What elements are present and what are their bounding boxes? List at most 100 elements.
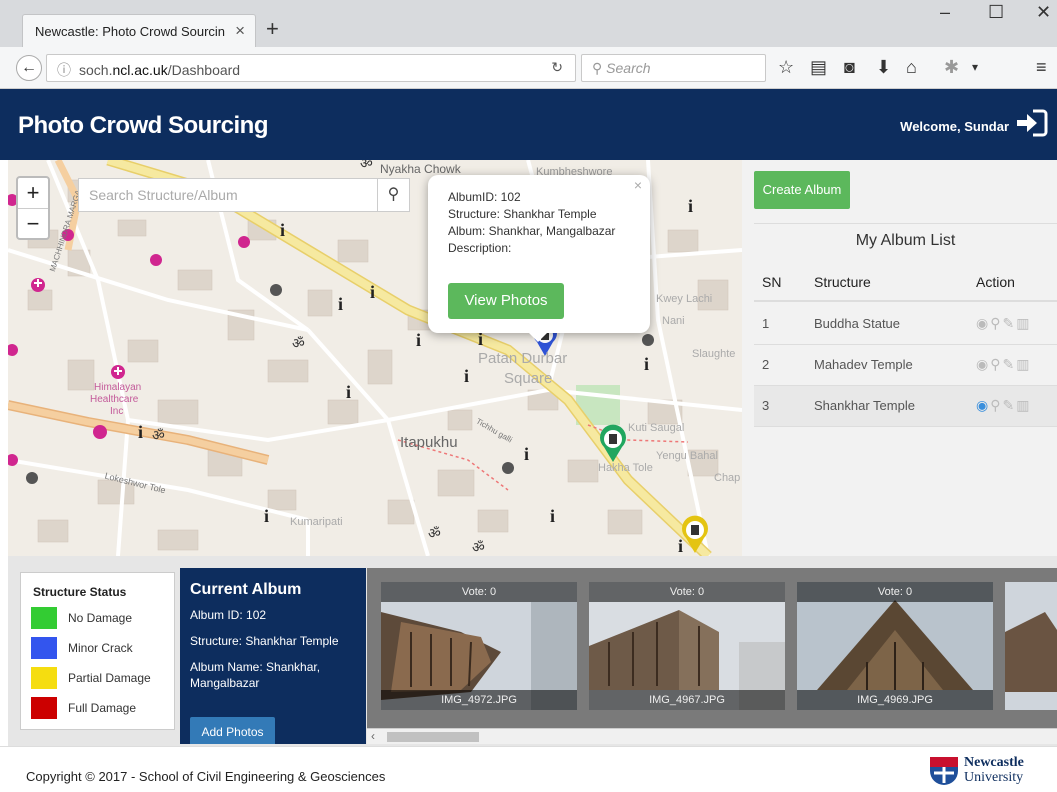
- delete-trash-icon[interactable]: ▥: [1016, 356, 1031, 372]
- map-label-inc: Inc: [110, 406, 124, 417]
- popup-close-icon[interactable]: ×: [634, 177, 642, 194]
- row-actions: ◉⚲✎▥: [976, 315, 1031, 332]
- legend-label: No Damage: [68, 611, 133, 625]
- current-album-panel: Current Album Album ID: 102 Structure: S…: [180, 568, 366, 744]
- university-crest-icon: [930, 757, 958, 785]
- close-tab-icon[interactable]: ×: [235, 21, 245, 41]
- photo-thumbnail[interactable]: Vote: 0 IMG_4972.JPG: [381, 582, 577, 710]
- svg-text:i: i: [688, 196, 693, 216]
- svg-text:ॐ: ॐ: [428, 525, 441, 541]
- photo-thumbnail[interactable]: Vote: 0 IMG_4969.JPG: [797, 582, 993, 710]
- url-bar[interactable]: ⓘ soch.ncl.ac.uk/Dashboard ↻: [46, 54, 576, 82]
- menu-icon[interactable]: ≡: [1036, 57, 1047, 78]
- edit-icon[interactable]: ✎: [1002, 315, 1016, 331]
- col-action: Action: [976, 274, 1015, 290]
- pocket-icon[interactable]: ◙: [844, 57, 855, 78]
- svg-text:ॐ: ॐ: [472, 539, 485, 555]
- photo-filename: IMG_4972.JPG: [381, 690, 577, 710]
- table-row[interactable]: 2 Mahadev Temple ◉⚲✎▥: [754, 345, 1057, 386]
- edit-icon[interactable]: ✎: [1002, 397, 1016, 413]
- delete-trash-icon[interactable]: ▥: [1016, 397, 1031, 413]
- browser-tab[interactable]: Newcastle: Photo Crowd Sourcin ×: [22, 14, 256, 47]
- table-row[interactable]: 1 Buddha Statue ◉⚲✎▥: [754, 304, 1057, 345]
- view-photos-button[interactable]: View Photos: [448, 283, 564, 319]
- photo-thumbnail[interactable]: Vote: 0 IMG_4967.JPG: [589, 582, 785, 710]
- extension-dropdown-icon[interactable]: ▾: [972, 60, 978, 74]
- map-label-patan: Patan Durbar: [478, 350, 568, 367]
- minimize-icon[interactable]: –: [940, 2, 950, 23]
- svg-text:ॐ: ॐ: [360, 160, 373, 171]
- photo-vote: Vote: 0: [381, 582, 577, 602]
- url-prefix: soch.: [79, 62, 113, 78]
- edit-icon[interactable]: ✎: [1002, 356, 1016, 372]
- scroll-left-arrow-icon[interactable]: ‹: [371, 729, 375, 743]
- table-row-selected[interactable]: 3 Shankhar Temple ◉⚲✎▥: [754, 386, 1057, 427]
- svg-text:i: i: [464, 366, 469, 386]
- zoom-in-button[interactable]: +: [18, 178, 48, 208]
- popup-description: Description:: [448, 241, 512, 255]
- location-pin-icon[interactable]: ⚲: [990, 356, 1002, 372]
- download-icon[interactable]: ⬇: [876, 57, 891, 78]
- map-label-yengu: Yengu Bahal: [656, 450, 718, 462]
- row-sn: 3: [762, 398, 770, 413]
- map-search-placeholder: Search Structure/Album: [89, 187, 238, 203]
- view-eye-icon[interactable]: ◉: [976, 315, 990, 331]
- photo-gallery: Vote: 0 IMG_4972.JPG Vote: 0 IMG_4967.JP…: [367, 568, 1057, 728]
- photo-filename: IMG_4969.JPG: [797, 690, 993, 710]
- location-pin-icon[interactable]: ⚲: [990, 397, 1002, 413]
- delete-trash-icon[interactable]: ▥: [1016, 315, 1031, 331]
- col-sn: SN: [762, 274, 782, 290]
- map-label-hakha: Hakha Tole: [598, 462, 653, 474]
- logout-icon[interactable]: [1015, 107, 1049, 139]
- svg-text:i: i: [416, 330, 421, 350]
- legend-title: Structure Status: [33, 585, 127, 599]
- map-search-button[interactable]: ⚲: [378, 178, 410, 212]
- map-label-chap: Chap: [714, 472, 741, 484]
- legend-label: Full Damage: [68, 701, 137, 715]
- view-eye-icon[interactable]: ◉: [976, 356, 990, 372]
- welcome-text: Welcome, Sundar: [900, 119, 1009, 134]
- add-photos-button[interactable]: Add Photos: [190, 717, 275, 744]
- zoom-out-button[interactable]: −: [18, 208, 48, 238]
- map-label-itapukhu: Itapukhu: [400, 434, 458, 451]
- svg-text:i: i: [264, 506, 269, 526]
- row-actions: ◉⚲✎▥: [976, 356, 1031, 373]
- page-footer: Copyright © 2017 - School of Civil Engin…: [0, 746, 1057, 792]
- scrollbar-thumb[interactable]: [387, 732, 479, 742]
- album-table-header: SN Structure Action: [754, 262, 1057, 302]
- newcastle-university-logo: Newcastle University: [928, 755, 1050, 789]
- location-pin-icon[interactable]: ⚲: [990, 315, 1002, 331]
- back-arrow-icon[interactable]: ←: [16, 55, 42, 81]
- maximize-icon[interactable]: ☐: [988, 2, 1004, 23]
- popup-pointer: [528, 332, 548, 342]
- map-label-square: Square: [504, 370, 553, 387]
- new-tab-icon[interactable]: +: [266, 16, 279, 42]
- bookmark-star-icon[interactable]: ☆: [778, 57, 794, 78]
- view-eye-icon[interactable]: ◉: [976, 397, 990, 413]
- photo-vote: Vote: 0: [589, 582, 785, 602]
- browser-search-placeholder: Search: [606, 60, 651, 76]
- row-sn: 2: [762, 357, 770, 372]
- legend-swatch: [31, 637, 57, 659]
- popup-album: Album: Shankhar, Mangalbazar: [448, 224, 616, 238]
- map-label-kumaripati: Kumaripati: [290, 516, 343, 528]
- legend-label: Partial Damage: [68, 671, 151, 685]
- map-search-input[interactable]: Search Structure/Album: [78, 178, 378, 212]
- reading-list-icon[interactable]: ▤: [810, 57, 827, 78]
- row-actions: ◉⚲✎▥: [976, 397, 1031, 414]
- extension-icon[interactable]: ✱: [944, 57, 959, 78]
- window-close-icon[interactable]: ✕: [1036, 2, 1051, 23]
- create-album-button[interactable]: Create Album: [754, 171, 850, 209]
- gallery-scrollbar[interactable]: ‹: [367, 728, 1057, 744]
- map-label-kuti: Kuti Saugal: [628, 422, 685, 434]
- photo-image: [1005, 582, 1057, 710]
- home-icon[interactable]: ⌂: [906, 57, 917, 78]
- info-icon[interactable]: ⓘ: [57, 62, 71, 78]
- album-list: My Album List SN Structure Action 1 Budd…: [754, 223, 1057, 427]
- reload-icon[interactable]: ↻: [551, 59, 563, 76]
- browser-search-input[interactable]: ⚲ Search: [581, 54, 766, 82]
- search-icon: ⚲: [387, 186, 400, 203]
- legend-swatch: [31, 697, 57, 719]
- photo-thumbnail-partial[interactable]: [1005, 582, 1057, 710]
- zoom-controls: + −: [16, 176, 50, 240]
